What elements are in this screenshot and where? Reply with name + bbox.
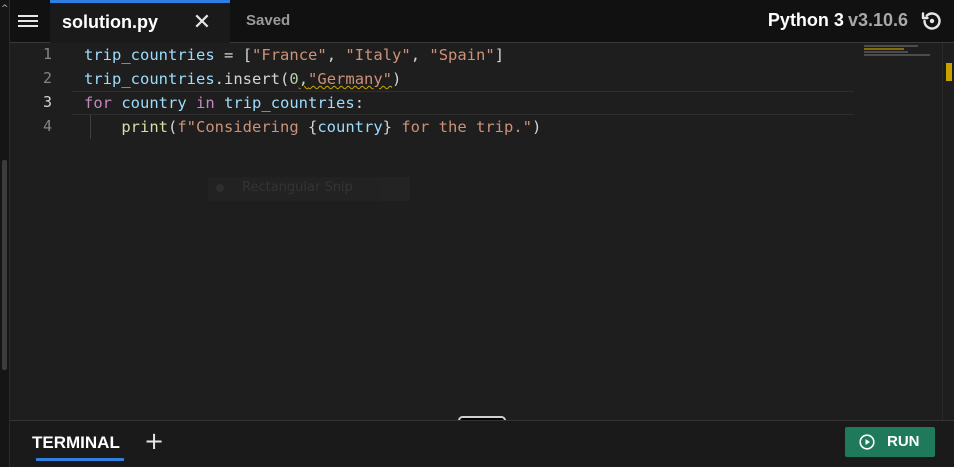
run-button[interactable]: RUN [845,427,935,457]
code-line-1[interactable]: trip_countries = ["France", "Italy", "Sp… [84,43,504,67]
active-tab-indicator [36,458,124,461]
play-icon [859,434,875,450]
terminal-bar: TERMINAL + RUN [10,420,954,467]
save-status: Saved [246,12,291,29]
run-button-label: RUN [887,433,920,450]
history-icon[interactable] [920,9,944,33]
snip-icon [216,184,224,192]
ghost-overlay: Rectangular Snip [208,177,410,201]
warning-marker [946,63,952,81]
code-editor[interactable]: 1 2 3 4 trip_countries = ["France", "Ita… [10,43,954,425]
editor-header: solution.py ✕ Saved Python 3 v3.10.6 [10,0,954,43]
add-terminal-icon[interactable]: + [144,429,164,453]
file-tab-solution[interactable]: solution.py ✕ [50,0,230,43]
hamburger-menu-icon[interactable] [18,12,38,30]
left-side-strip: ^ [0,0,10,467]
close-icon[interactable]: ✕ [190,11,214,35]
language-indicator: Python 3 v3.10.6 [768,10,908,31]
line-number-active: 3 [42,93,52,111]
line-number: 1 [42,45,52,63]
minimap[interactable] [862,43,942,63]
side-panel-grip[interactable] [2,160,7,370]
line-number: 2 [42,69,52,87]
tab-terminal[interactable]: TERMINAL [32,433,120,453]
line-number: 4 [42,117,52,135]
line-number-gutter: 1 2 3 4 [10,43,72,420]
caret-up-icon: ^ [1,4,9,14]
file-tab-label: solution.py [62,12,158,32]
code-line-4[interactable]: print(f"Considering {country} for the tr… [84,115,541,139]
code-editor-app: ^ solution.py ✕ Saved Python 3 v3.10.6 1 … [0,0,954,467]
code-line-3[interactable]: for country in trip_countries: [84,91,364,115]
vertical-scrollbar[interactable] [942,43,954,420]
language-version: v3.10.6 [847,10,908,30]
language-name: Python 3 [767,10,844,30]
ghost-overlay-text: Rectangular Snip [242,180,353,195]
code-line-2[interactable]: trip_countries.insert(0,"Germany") [84,67,401,91]
